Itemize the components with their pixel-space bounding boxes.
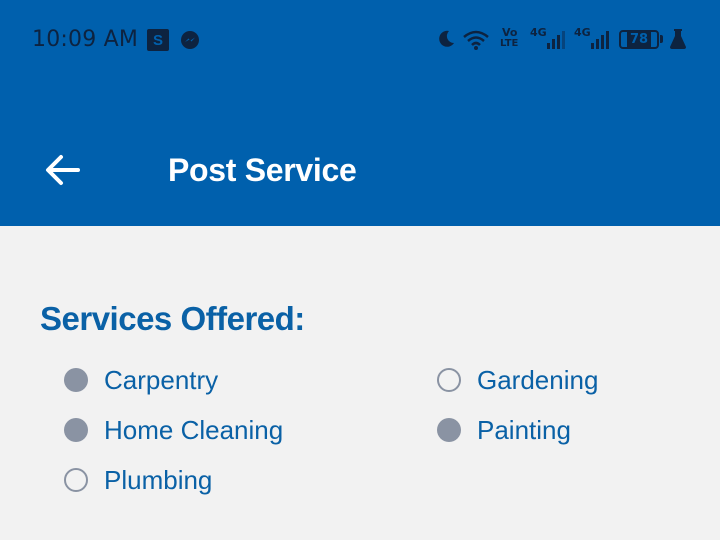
radio-plumbing[interactable] (64, 468, 88, 492)
page-title: Post Service (168, 152, 357, 188)
battery-tip (660, 35, 663, 43)
wifi-icon (463, 30, 489, 50)
service-option-plumbing[interactable]: Plumbing (64, 462, 212, 498)
status-bar: 10:09 AM S Vo LTE 4G 4G 78 (0, 0, 720, 80)
app-header: 10:09 AM S Vo LTE 4G 4G 78 Post Service (0, 0, 720, 226)
radio-carpentry[interactable] (64, 368, 88, 392)
radio-painting[interactable] (437, 418, 461, 442)
service-label-home-cleaning: Home Cleaning (104, 415, 284, 445)
services-section-title: Services Offered: (40, 300, 305, 337)
radio-gardening[interactable] (437, 368, 461, 392)
system-icons: Vo LTE 4G 4G (0, 26, 720, 56)
service-option-home-cleaning[interactable]: Home Cleaning (64, 412, 283, 448)
signal-1-icon (547, 31, 565, 49)
radio-home-cleaning[interactable] (64, 418, 88, 442)
service-label-plumbing: Plumbing (104, 465, 213, 495)
flask-icon (670, 29, 686, 49)
battery-icon: 78 (619, 30, 659, 49)
battery-level: 78 (626, 32, 652, 47)
service-option-painting[interactable]: Painting (437, 412, 571, 448)
arrow-left-icon (46, 155, 80, 185)
service-label-painting: Painting (477, 415, 571, 445)
service-label-gardening: Gardening (477, 365, 599, 395)
signal-2-icon (591, 31, 609, 49)
service-option-gardening[interactable]: Gardening (437, 362, 598, 398)
moon-icon (439, 30, 454, 47)
back-button[interactable] (40, 150, 84, 190)
service-label-carpentry: Carpentry (104, 365, 219, 395)
volte-bottom-label: LTE (500, 38, 519, 49)
service-option-carpentry[interactable]: Carpentry (64, 362, 218, 398)
